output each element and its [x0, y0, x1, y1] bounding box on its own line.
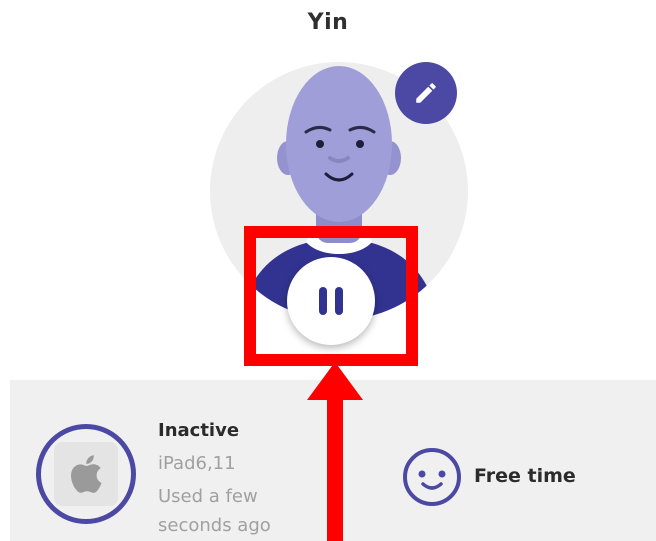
- annotation-arrow: [307, 362, 363, 541]
